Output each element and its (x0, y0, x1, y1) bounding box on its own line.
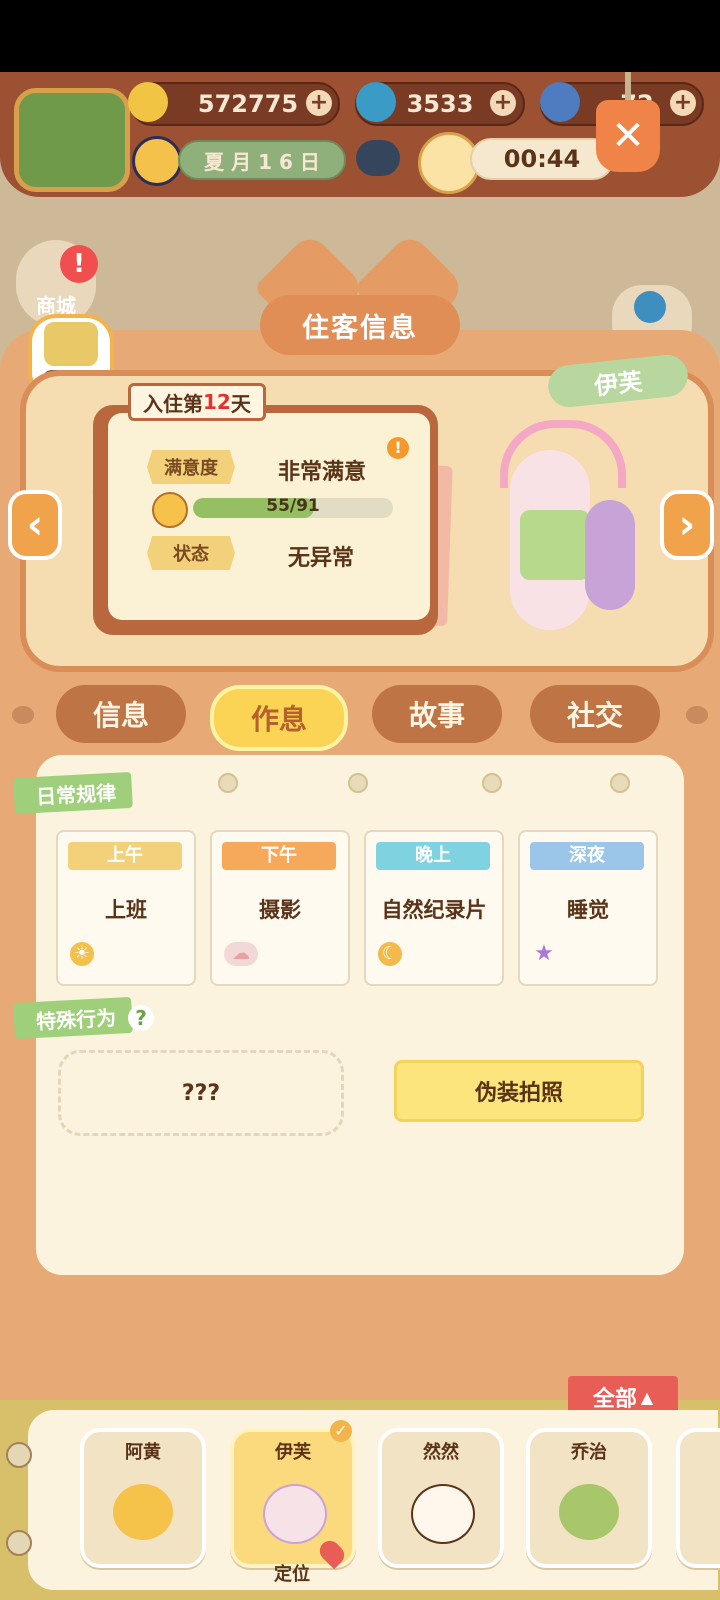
tab-story[interactable]: 故事 (372, 685, 502, 743)
unicorn-tail (585, 500, 635, 610)
special-behavior-title: 特殊行为 (35, 1005, 117, 1034)
next-guest-arrow[interactable]: › (660, 490, 714, 560)
tab-schedule[interactable]: 作息 (210, 685, 348, 751)
checkin-prefix: 入住第 (143, 391, 203, 416)
satisfaction-tag: 满意度 (147, 450, 235, 484)
slot-time: 晚上 (376, 842, 490, 870)
roster-name: 乔治 (571, 1442, 607, 1463)
status-tag: 状态 (147, 536, 235, 570)
alert-badge: ! (60, 245, 98, 283)
roster-name: 伊芙 (275, 1442, 311, 1463)
roster-card-ahuang[interactable]: 阿黄 (80, 1428, 206, 1568)
fire-count: 3533 (406, 90, 474, 118)
checkin-days-label: 入住第 12 天 (128, 383, 266, 421)
status-value: 无异常 (288, 546, 355, 571)
status-label: 状态 (173, 544, 209, 565)
satisfaction-progress-text: 55/91 (266, 496, 320, 516)
prev-guest-arrow[interactable]: ‹ (8, 490, 62, 560)
thumbs-up-icon (152, 492, 188, 528)
roster-name: 然然 (423, 1442, 459, 1463)
binder-ring (6, 1442, 32, 1468)
sun-icon: ☀ (70, 942, 94, 966)
avatar (559, 1484, 619, 1540)
slot-activity: 自然纪录片 (381, 898, 487, 922)
roster-card-partial[interactable] (676, 1428, 720, 1568)
routine-slot-morning: 上午 上班 ☀ (56, 830, 196, 986)
warning-icon[interactable]: ! (387, 437, 409, 459)
blue-fire-icon (356, 82, 396, 122)
binder-hole (482, 773, 502, 793)
routine-slot-afternoon: 下午 摄影 ☁ (210, 830, 350, 986)
timer-text: 00:44 (503, 145, 581, 173)
checkin-days: 12 (203, 390, 231, 414)
special-behavior-unknown: ??? (58, 1050, 344, 1136)
special-behavior-ribbon: 特殊行为 (13, 996, 133, 1040)
locate-label: 定位 (274, 1564, 310, 1585)
clock-icon (132, 136, 182, 186)
close-icon[interactable]: ✕ (596, 100, 660, 172)
routine-slot-late-night: 深夜 睡觉 ★ (518, 830, 658, 986)
avatar (113, 1484, 173, 1540)
binder-ring (6, 1530, 32, 1556)
tab-info[interactable]: 信息 (56, 685, 186, 743)
all-filter-label: 全部 (592, 1387, 637, 1412)
satisfaction-label: 满意度 (164, 458, 218, 479)
status-bar (0, 0, 720, 72)
slot-activity: 睡觉 (567, 898, 609, 922)
binder-hole (610, 773, 630, 793)
slot-time: 上午 (68, 842, 182, 870)
character-outfit (520, 510, 590, 580)
tab-social-label: 社交 (566, 699, 623, 732)
rain-cloud-icon (356, 140, 400, 176)
checkin-suffix: 天 (230, 391, 251, 416)
map-pin-icon (634, 291, 666, 323)
help-icon[interactable]: ? (128, 1005, 154, 1031)
cloud-icon: ☁ (224, 942, 258, 966)
slot-time: 深夜 (530, 842, 644, 870)
slot-activity: 摄影 (259, 898, 301, 922)
slot-activity: 上班 (105, 898, 147, 922)
season-date-text: 夏 月 1 6 日 (204, 149, 320, 174)
roster-name: 阿黄 (125, 1442, 161, 1463)
treasure-chest-icon (44, 322, 98, 366)
tab-schedule-label: 作息 (250, 703, 307, 736)
satisfaction-value: 非常满意 (278, 460, 367, 485)
banana-icon (128, 82, 168, 122)
routine-slot-evening: 晚上 自然纪录片 ☾ (364, 830, 504, 986)
disguise-photo-button[interactable]: 伪装拍照 (394, 1060, 644, 1122)
panel-title: 住客信息 (260, 295, 460, 355)
shop-label: 商城 (36, 294, 76, 318)
binder-hole (218, 773, 238, 793)
guest-name: 伊芙 (592, 367, 644, 400)
avatar (263, 1484, 327, 1544)
paw-icon (12, 706, 34, 724)
panel-title-text: 住客信息 (302, 312, 418, 344)
routine-title: 日常规律 (35, 780, 117, 809)
triangle-up-icon: ▲ (640, 1387, 654, 1407)
roster-card-qiaozhi[interactable]: 乔治 (526, 1428, 652, 1568)
add-resource-button[interactable]: + (670, 90, 696, 116)
banana-count: 572775 (197, 90, 299, 118)
slot-time: 下午 (222, 842, 336, 870)
add-fire-button[interactable]: + (490, 90, 516, 116)
disguise-photo-label: 伪装拍照 (474, 1081, 563, 1106)
routine-ribbon: 日常规律 (13, 771, 133, 815)
binder-hole (348, 773, 368, 793)
roster-card-ranran[interactable]: 然然 (378, 1428, 504, 1568)
special-unknown-text: ??? (181, 1080, 221, 1106)
inn-emblem[interactable] (14, 88, 130, 192)
event-timer: 00:44 (470, 138, 614, 180)
moon-icon: ☾ (378, 942, 402, 966)
tab-story-label: 故事 (408, 699, 465, 732)
tab-social[interactable]: 社交 (530, 685, 660, 743)
locate-button[interactable]: 定位 (274, 1560, 310, 1586)
season-date: 夏 月 1 6 日 (178, 140, 346, 180)
paw-icon (686, 706, 708, 724)
avatar (411, 1484, 475, 1544)
tab-info-label: 信息 (92, 699, 149, 732)
add-banana-button[interactable]: + (306, 90, 332, 116)
selected-check-icon: ✓ (330, 1420, 352, 1442)
star-icon: ★ (534, 941, 554, 966)
blue-banana-icon (540, 82, 580, 122)
